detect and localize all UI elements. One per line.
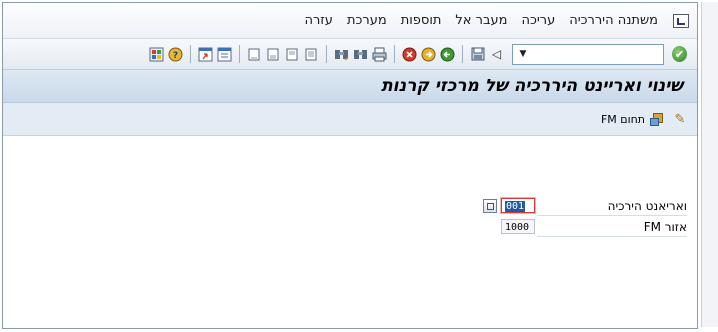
cancel-icon[interactable] bbox=[402, 47, 417, 62]
menu-exit-icon[interactable] bbox=[673, 13, 689, 28]
forward-icon[interactable]: ◁ bbox=[489, 47, 504, 62]
toolbar-separator bbox=[394, 45, 395, 63]
next-page-icon[interactable] bbox=[266, 47, 281, 62]
page-title: שינוי ואריינט היררכיה של מרכזי קרנות bbox=[381, 76, 683, 96]
pencil-icon[interactable]: ✎ bbox=[673, 112, 687, 127]
menu-bar: משתנה היררכיה עריכה מעבר אל תוספות מערכת… bbox=[3, 3, 697, 39]
fm-area-icon bbox=[650, 112, 663, 126]
value-help-icon[interactable] bbox=[483, 199, 497, 213]
hierarchy-variant-value: 001 bbox=[505, 201, 526, 212]
customize-layout-icon[interactable] bbox=[149, 47, 164, 62]
field-row-divider bbox=[537, 236, 687, 237]
standard-toolbar: ✔ ▼ ◁ ? bbox=[3, 39, 697, 70]
menu-item-extras[interactable]: תוספות bbox=[394, 13, 449, 28]
selection-screen: ואריאנט הירכיה 001 אזור FM 1000 bbox=[3, 136, 697, 316]
exit-icon[interactable] bbox=[421, 47, 436, 62]
shortcut-icon[interactable] bbox=[198, 47, 213, 62]
toolbar-separator bbox=[239, 45, 240, 63]
fm-area-button[interactable]: תחום FM bbox=[600, 112, 663, 126]
hierarchy-variant-input[interactable]: 001 bbox=[501, 198, 535, 213]
command-field[interactable]: ▼ bbox=[512, 43, 664, 65]
fm-area-input[interactable]: 1000 bbox=[501, 219, 535, 234]
fm-area-field-label: אזור FM bbox=[643, 220, 687, 234]
application-toolbar: ✎ תחום FM bbox=[3, 103, 697, 136]
toolbar-separator bbox=[326, 45, 327, 63]
menu-item-help[interactable]: עזרה bbox=[297, 13, 339, 28]
fm-area-label: תחום FM bbox=[600, 112, 645, 126]
last-page-icon[interactable] bbox=[247, 47, 262, 62]
create-session-icon[interactable] bbox=[217, 47, 232, 62]
toolbar-separator bbox=[462, 45, 463, 63]
svg-text:?: ? bbox=[173, 51, 178, 61]
print-icon[interactable] bbox=[372, 47, 387, 62]
menu-item-edit[interactable]: עריכה bbox=[514, 13, 562, 28]
previous-page-icon[interactable] bbox=[285, 47, 300, 62]
help-icon[interactable]: ? bbox=[168, 47, 183, 62]
menu-item-system[interactable]: מערכת bbox=[340, 13, 394, 28]
find-next-icon[interactable] bbox=[334, 47, 349, 62]
menu-item-hierarchy-variant[interactable]: משתנה היררכיה bbox=[562, 13, 665, 28]
title-bar: שינוי ואריינט היררכיה של מרכזי קרנות bbox=[3, 70, 697, 103]
back-icon[interactable] bbox=[440, 47, 455, 62]
enter-icon[interactable]: ✔ bbox=[672, 46, 687, 62]
command-dropdown-icon[interactable]: ▼ bbox=[515, 47, 531, 62]
first-page-icon[interactable] bbox=[304, 47, 319, 62]
save-icon[interactable] bbox=[470, 47, 485, 62]
find-icon[interactable] bbox=[353, 47, 368, 62]
vertical-scrollbar[interactable] bbox=[701, 2, 718, 327]
menu-item-goto[interactable]: מעבר אל bbox=[448, 13, 514, 28]
sap-window: משתנה היררכיה עריכה מעבר אל תוספות מערכת… bbox=[2, 2, 698, 329]
field-row-divider bbox=[537, 215, 687, 216]
hierarchy-variant-label: ואריאנט הירכיה bbox=[607, 199, 687, 213]
toolbar-separator bbox=[190, 45, 191, 63]
